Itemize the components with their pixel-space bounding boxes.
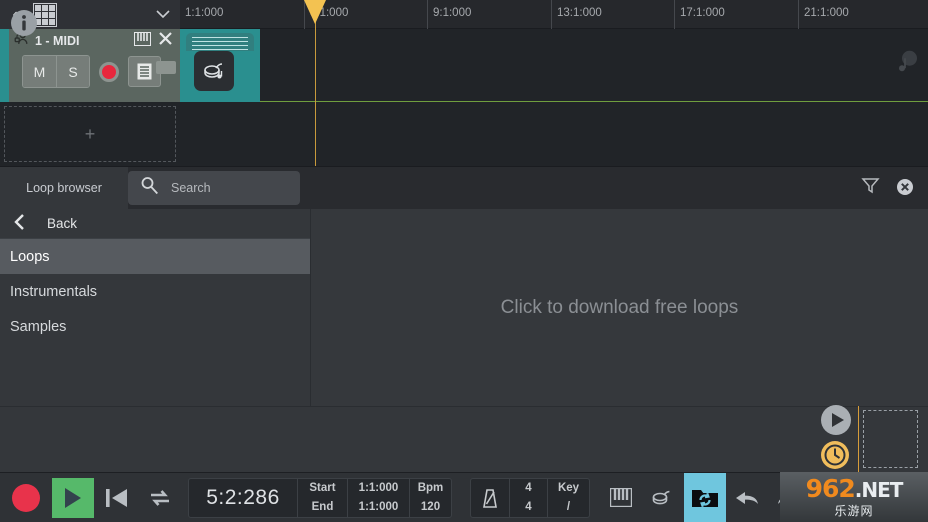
solo-button[interactable]: S <box>56 56 89 87</box>
midi-clip[interactable] <box>180 29 260 102</box>
start-value[interactable]: 1:1:000 <box>348 479 409 498</box>
playhead[interactable] <box>315 0 316 166</box>
clip-header <box>186 33 254 51</box>
key-label: Key <box>548 479 589 498</box>
record-button-icon <box>12 484 40 512</box>
drum-kit-icon <box>194 51 234 91</box>
track-lane[interactable] <box>180 29 928 102</box>
clock-icon[interactable] <box>820 440 850 475</box>
signature-display[interactable]: 4 4 Key / <box>470 478 590 518</box>
mute-button[interactable]: M <box>23 56 56 87</box>
back-button[interactable]: Back <box>0 209 310 239</box>
mute-solo-group: M S <box>22 55 90 88</box>
time-display[interactable]: 5:2:286 <box>189 479 297 517</box>
playhead-handle[interactable] <box>304 0 326 24</box>
preview-play-button[interactable] <box>820 404 852 441</box>
search-placeholder: Search <box>171 181 211 195</box>
watermark-number: 962 <box>806 474 855 503</box>
time-signature-numerator[interactable]: 4 <box>510 479 547 498</box>
list-item[interactable]: Samples <box>0 309 310 344</box>
ruler-tick: 1:1:000 <box>180 0 223 29</box>
loop-browser-toolbar: Loop browser Search <box>0 167 928 209</box>
download-message: Click to download free loops <box>501 297 739 319</box>
track-volume-handle[interactable] <box>156 61 176 74</box>
key-value[interactable]: / <box>548 498 589 517</box>
end-value[interactable]: 1:1:000 <box>348 498 409 517</box>
search-icon <box>140 176 159 200</box>
loop-browser: Loop browser Search <box>0 166 928 406</box>
loop-icon <box>147 486 173 510</box>
track-record-button[interactable] <box>90 56 128 87</box>
info-icon[interactable] <box>10 9 38 42</box>
record-dot-icon <box>99 62 119 82</box>
play-button-icon <box>62 486 84 510</box>
loop-download-area[interactable]: Click to download free loops <box>311 209 928 407</box>
list-item[interactable]: Loops <box>0 239 310 274</box>
rewind-button[interactable] <box>94 486 138 510</box>
metronome-icon[interactable] <box>471 479 509 517</box>
record-button[interactable] <box>0 484 52 512</box>
loop-browser-body: Back Loops Instrumentals Samples Click t… <box>0 209 928 407</box>
close-icon[interactable] <box>159 32 172 50</box>
add-track-button[interactable]: + <box>4 106 176 162</box>
end-label: End <box>298 498 347 517</box>
back-label: Back <box>47 216 77 231</box>
watermark-net: .NET <box>855 478 903 502</box>
timeline-ruler[interactable]: 1:1:000 5:1:000 9:1:000 13:1:000 17:1:00… <box>180 0 928 29</box>
tab-loop-browser[interactable]: Loop browser <box>0 167 128 209</box>
ruler-tick: 17:1:000 <box>674 0 725 29</box>
drum-kit-icon[interactable] <box>642 473 684 522</box>
bpm-label: Bpm <box>410 479 451 498</box>
ruler-tick: 13:1:000 <box>551 0 602 29</box>
transport-display[interactable]: 5:2:286 Start End 1:1:000 1:1:000 Bpm 12… <box>188 478 452 518</box>
preview-player <box>0 406 928 472</box>
bpm-value[interactable]: 120 <box>410 498 451 517</box>
ruler-tick: 9:1:000 <box>427 0 471 29</box>
time-signature-denominator[interactable]: 4 <box>510 498 547 517</box>
ruler-tick: 21:1:000 <box>798 0 849 29</box>
track-name: 1 - MIDI <box>35 34 134 48</box>
filter-icon[interactable] <box>861 176 880 200</box>
start-label: Start <box>298 479 347 498</box>
piano-keys-icon[interactable] <box>134 32 151 51</box>
loop-button[interactable] <box>138 486 182 510</box>
skip-to-start-icon <box>104 486 129 510</box>
drop-zone[interactable] <box>858 406 922 472</box>
play-button[interactable] <box>52 478 94 518</box>
chevron-down-icon[interactable] <box>156 7 170 22</box>
arrange-area: 1 - MIDI M S <box>0 29 928 166</box>
search-input[interactable]: Search <box>128 171 300 205</box>
watermark-subtitle: 乐游网 <box>834 502 873 519</box>
drum-kit-icon <box>892 47 922 82</box>
loop-category-list: Back Loops Instrumentals Samples <box>0 209 311 407</box>
list-item[interactable]: Instrumentals <box>0 274 310 309</box>
site-watermark: 962.NET 乐游网 <box>780 472 928 522</box>
undo-icon[interactable] <box>726 473 768 522</box>
close-circle-icon[interactable] <box>896 178 914 201</box>
app-root: ‹ 1:1:000 5:1:000 9:1:000 13:1:000 17:1:… <box>0 0 928 522</box>
piano-keys-icon[interactable] <box>600 473 642 522</box>
chevron-left-icon <box>14 214 25 233</box>
loop-folder-icon[interactable] <box>684 473 726 522</box>
plus-icon: + <box>85 124 96 145</box>
